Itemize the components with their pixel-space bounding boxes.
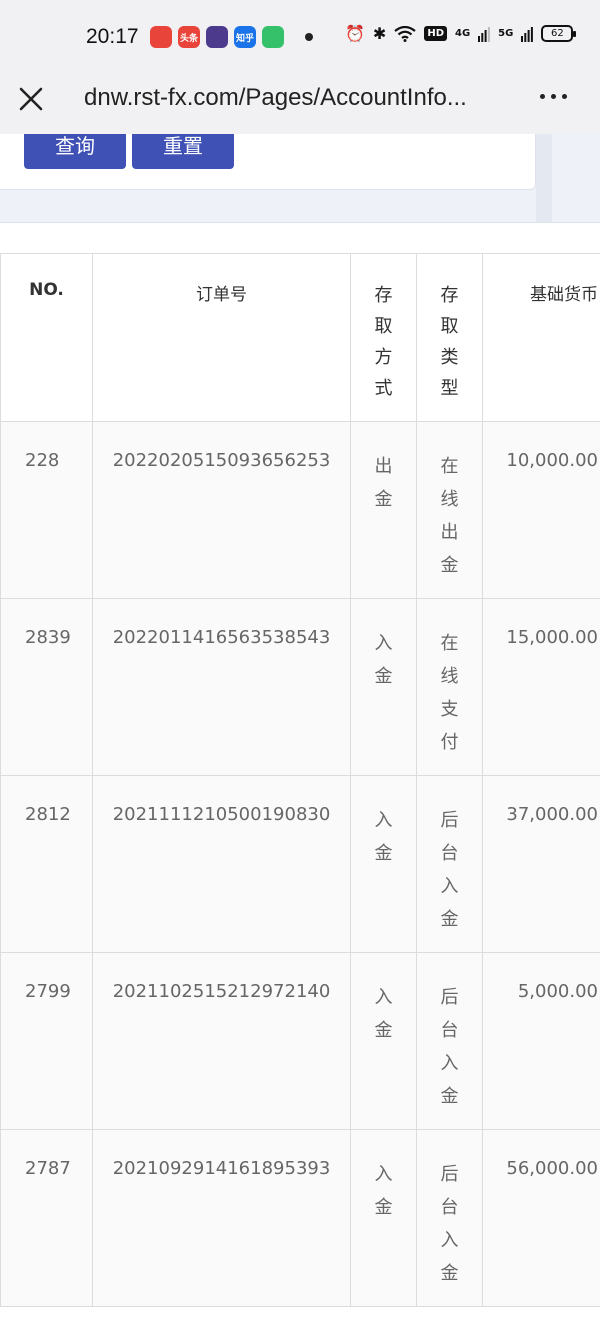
app-zhihu-icon: 知乎 [234, 26, 256, 48]
table-row[interactable]: 228 2022020515093656253 出金 在线出金 10,000.00 [0, 421, 600, 599]
browser-toolbar: dnw.rst-fx.com/Pages/AccountInfo... [0, 78, 600, 134]
bluetooth-icon: ✱ [372, 24, 387, 43]
close-icon[interactable] [14, 82, 48, 116]
query-button[interactable]: 查询 [24, 134, 126, 169]
account-transactions-table: NO. 订单号 存取方式 存取类型 基础货币 228 20220205150936… [0, 253, 600, 1307]
signal-bars-icon [478, 26, 491, 42]
cell-amount: 5,000.00 [482, 952, 600, 1130]
cell-deposit-type: 后台入金 [416, 952, 483, 1130]
cell-amount: 15,000.00 [482, 598, 600, 776]
cell-mode-text: 出金 [374, 456, 393, 510]
cell-type-text: 后台入金 [440, 1164, 459, 1284]
cell-mode-text: 入金 [374, 1164, 393, 1218]
signal-4g-icon: 4G [455, 28, 471, 39]
header-mode-text: 存取方式 [374, 285, 393, 399]
cell-deposit-mode: 入金 [350, 952, 417, 1130]
cell-order-number: 2022020515093656253 [92, 421, 351, 599]
system-icons: ⏰ ✱ HD 4G 5G 62 [345, 24, 577, 43]
cell-no: 2839 [0, 598, 93, 776]
cell-amount: 56,000.00 [482, 1129, 600, 1307]
cell-type-text: 后台入金 [440, 987, 459, 1107]
cell-no: 2787 [0, 1129, 93, 1307]
cell-order-number: 2021102515212972140 [92, 952, 351, 1130]
cell-mode-text: 入金 [374, 633, 393, 687]
signal-bars-icon-2 [521, 26, 534, 42]
search-panel: 查询 重置 [0, 134, 536, 190]
cell-amount: 10,000.00 [482, 421, 600, 599]
header-base-currency: 基础货币 [482, 253, 600, 422]
battery-icon: 62 [541, 25, 577, 42]
signal-5g-icon: 5G [498, 28, 514, 39]
page-content: 查询 重置 NO. 订单号 存取方式 存取类型 基础货币 228 20220205… [0, 134, 600, 1333]
header-deposit-type: 存取类型 [416, 253, 483, 422]
cell-deposit-mode: 入金 [350, 775, 417, 953]
app-toutiao-icon: 头条 [178, 26, 200, 48]
notification-app-icons: 头条 知乎 [150, 26, 284, 48]
cell-order-number: 2021111210500190830 [92, 775, 351, 953]
cell-type-text: 在线支付 [440, 633, 459, 753]
cell-no: 228 [0, 421, 93, 599]
notification-dot [305, 33, 313, 41]
cell-deposit-mode: 入金 [350, 598, 417, 776]
cell-no: 2812 [0, 775, 93, 953]
cell-mode-text: 入金 [374, 810, 393, 864]
cell-deposit-mode: 入金 [350, 1129, 417, 1307]
cell-mode-text: 入金 [374, 987, 393, 1041]
header-no: NO. [0, 253, 93, 422]
header-type-text: 存取类型 [440, 285, 459, 399]
table-row[interactable]: 2812 2021111210500190830 入金 后台入金 37,000.00 [0, 775, 600, 953]
header-deposit-mode: 存取方式 [350, 253, 417, 422]
app-weibo-icon [150, 26, 172, 48]
cell-type-text: 后台入金 [440, 810, 459, 930]
more-options-icon[interactable] [540, 94, 567, 99]
app-purple-icon [206, 26, 228, 48]
alarm-icon: ⏰ [345, 24, 365, 43]
reset-button[interactable]: 重置 [132, 134, 234, 169]
cell-deposit-type: 在线支付 [416, 598, 483, 776]
table-row[interactable]: 2839 2022011416563538543 入金 在线支付 15,000.00 [0, 598, 600, 776]
cell-type-text: 在线出金 [440, 456, 459, 576]
status-time: 20:17 [86, 25, 139, 48]
cell-order-number: 2021092914161895393 [92, 1129, 351, 1307]
cell-deposit-type: 后台入金 [416, 1129, 483, 1307]
cell-deposit-type: 后台入金 [416, 775, 483, 953]
table-header-row: NO. 订单号 存取方式 存取类型 基础货币 [0, 253, 600, 422]
table-row[interactable]: 2787 2021092914161895393 入金 后台入金 56,000.00 [0, 1129, 600, 1307]
header-order-number: 订单号 [92, 253, 351, 422]
cell-amount: 37,000.00 [482, 775, 600, 953]
cell-no: 2799 [0, 952, 93, 1130]
hd-badge: HD [424, 26, 447, 41]
cell-deposit-type: 在线出金 [416, 421, 483, 599]
url-bar[interactable]: dnw.rst-fx.com/Pages/AccountInfo... [84, 84, 514, 112]
wifi-icon [394, 25, 417, 42]
table-row[interactable]: 2799 2021102515212972140 入金 后台入金 5,000.00 [0, 952, 600, 1130]
app-green-icon [262, 26, 284, 48]
status-bar: 20:17 头条 知乎 ⏰ ✱ HD 4G 5G 62 [0, 0, 600, 78]
cell-order-number: 2022011416563538543 [92, 598, 351, 776]
cell-deposit-mode: 出金 [350, 421, 417, 599]
